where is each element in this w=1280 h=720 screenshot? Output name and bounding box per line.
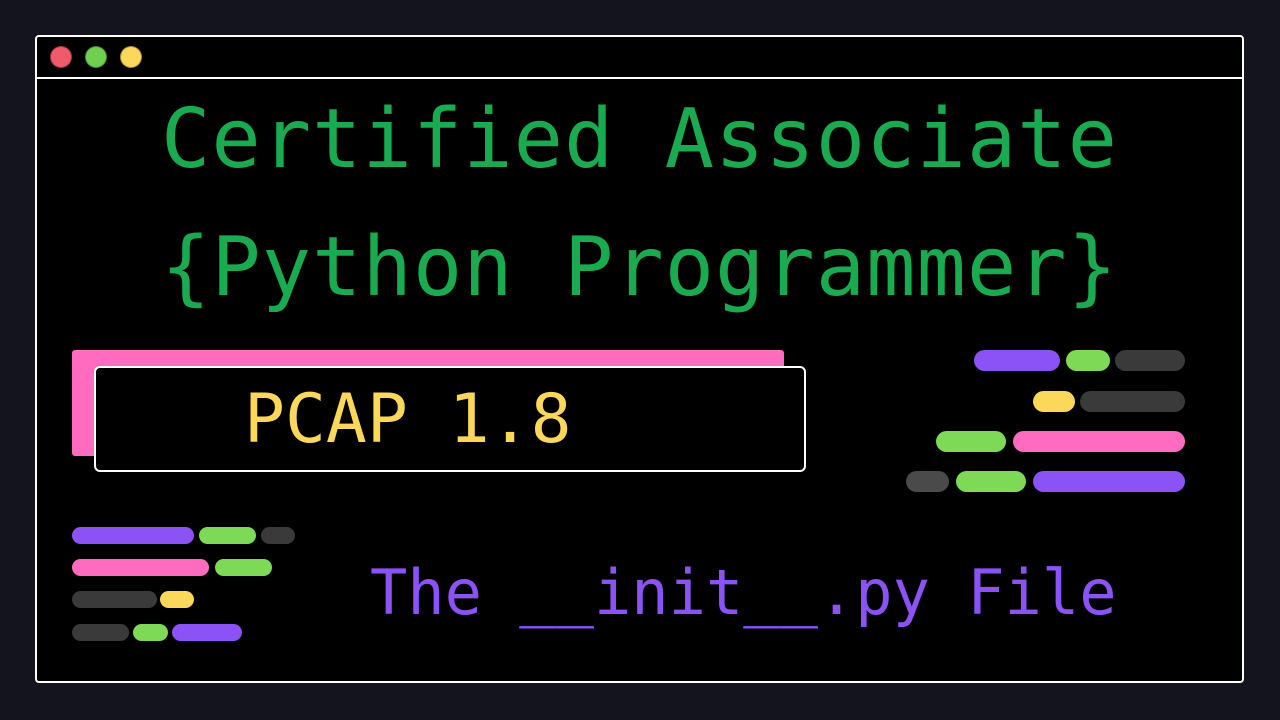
code-pill-decoration bbox=[72, 559, 209, 576]
code-pill-decoration bbox=[72, 591, 157, 608]
video-subtitle: The __init__.py File bbox=[370, 556, 1117, 629]
code-pill-decoration bbox=[1080, 391, 1185, 412]
code-pill-decoration bbox=[172, 624, 242, 641]
code-pill-decoration bbox=[133, 624, 168, 641]
code-pill-decoration bbox=[199, 527, 256, 544]
window-titlebar bbox=[37, 37, 1242, 79]
code-pill-decoration bbox=[974, 350, 1060, 371]
code-pill-decoration bbox=[72, 527, 194, 544]
code-pill-decoration bbox=[956, 471, 1026, 492]
code-pill-decoration bbox=[261, 527, 295, 544]
code-pill-decoration bbox=[215, 559, 272, 576]
code-pill-decoration bbox=[906, 471, 949, 492]
title-line-2: {Python Programmer} bbox=[161, 220, 1118, 315]
code-pill-decoration bbox=[936, 431, 1006, 452]
badge-label: PCAP 1.8 bbox=[244, 380, 572, 459]
code-pill-decoration bbox=[1033, 391, 1075, 412]
code-pill-decoration bbox=[1033, 471, 1185, 492]
code-pill-decoration bbox=[72, 624, 129, 641]
code-pill-decoration bbox=[1013, 431, 1185, 452]
maximize-dot-icon[interactable] bbox=[120, 46, 142, 68]
minimize-dot-icon[interactable] bbox=[85, 46, 107, 68]
code-pill-decoration bbox=[1066, 350, 1110, 371]
close-dot-icon[interactable] bbox=[50, 46, 72, 68]
title-line-1: Certified Associate bbox=[161, 92, 1118, 187]
code-window: Certified Associate {Python Programmer} … bbox=[35, 35, 1244, 683]
version-badge: PCAP 1.8 bbox=[94, 366, 806, 472]
code-pill-decoration bbox=[160, 591, 194, 608]
code-pill-decoration bbox=[1115, 350, 1185, 371]
